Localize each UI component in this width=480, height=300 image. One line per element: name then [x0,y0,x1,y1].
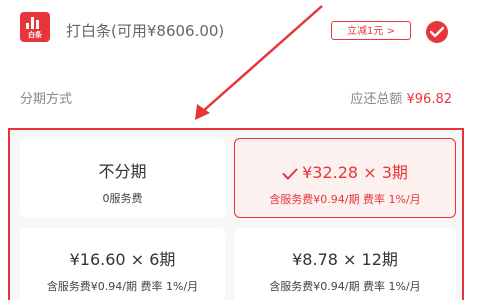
coupon-badge[interactable]: 立减1元 > [331,21,411,40]
installment-options-box: 不分期 0服务费 ¥32.28 × 3期 含服务费¥0.94/期 费率 1%/月… [8,128,464,300]
plan-option-title: ¥16.60 × 6期 [69,250,176,269]
plan-option-none[interactable]: 不分期 0服务费 [20,138,225,218]
payment-method-title: 打白条(可用¥8606.00) [66,22,225,40]
plan-option-6[interactable]: ¥16.60 × 6期 含服务费¥0.94/期 费率 1%/月 [20,228,225,300]
plan-option-title: 不分期 [98,162,147,181]
plan-option-title: ¥8.78 × 12期 [292,250,398,269]
total-due-amount: ¥96.82 [406,92,453,107]
plan-option-fee: 含服务费¥0.94/期 费率 1%/月 [269,193,421,206]
plan-option-12[interactable]: ¥8.78 × 12期 含服务费¥0.94/期 费率 1%/月 [234,228,456,300]
plan-option-fee: 0服务费 [102,192,143,205]
selected-check-icon [282,168,298,179]
plan-option-title: ¥32.28 × 3期 [302,163,408,182]
baitiao-logo-icon: 白条 [20,12,50,42]
plan-option-fee: 含服务费¥0.94/期 费率 1%/月 [269,280,421,293]
logo-text: 白条 [28,31,42,39]
installment-page: 白条 打白条(可用¥8606.00) 立减1元 > 分期方式 应还总额 ¥96.… [0,0,480,300]
check-circle-icon[interactable] [426,21,448,43]
plan-option-3[interactable]: ¥32.28 × 3期 含服务费¥0.94/期 费率 1%/月 [234,138,456,218]
plan-option-fee: 含服务费¥0.94/期 费率 1%/月 [46,280,199,293]
total-due: 应还总额 ¥96.82 [350,88,452,107]
installment-method-label: 分期方式 [20,92,73,107]
payment-method-row[interactable]: 白条 打白条(可用¥8606.00) 立减1元 > [0,0,480,62]
total-due-label: 应还总额 [350,92,403,107]
